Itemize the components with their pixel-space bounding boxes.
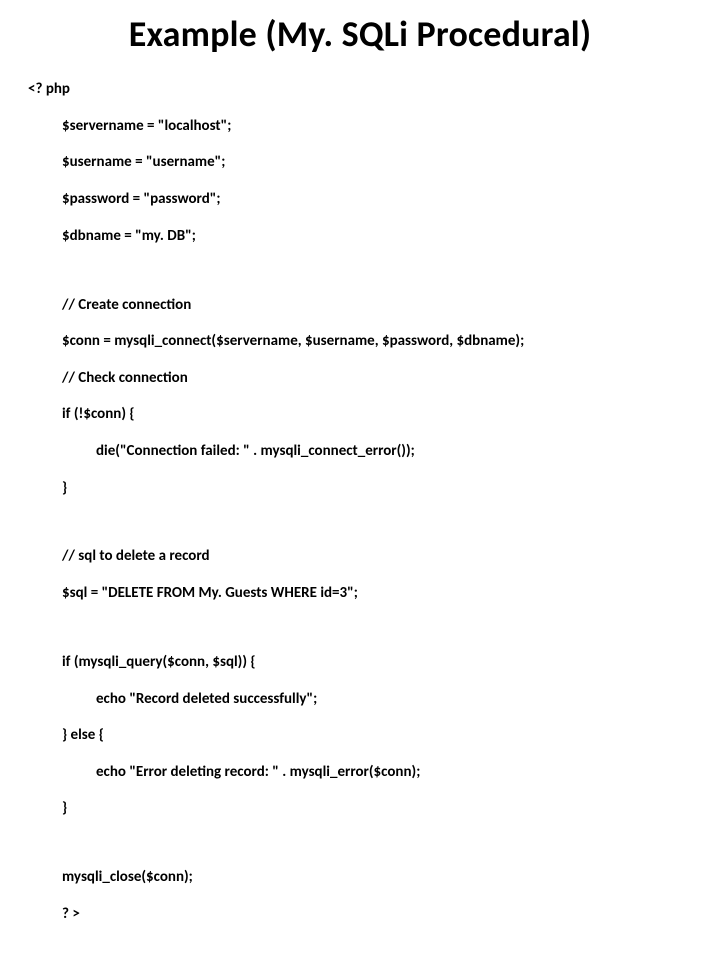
code-line: $password = "password"; <box>28 190 692 208</box>
code-line: if (mysqli_query($conn, $sql)) { <box>28 653 692 671</box>
blank-line <box>28 836 692 850</box>
code-line: } else { <box>28 726 692 744</box>
code-line: echo "Record deleted successfully"; <box>28 690 692 708</box>
code-line: } <box>28 799 692 817</box>
code-line: ? > <box>28 905 692 923</box>
code-line: // Create connection <box>28 296 692 314</box>
blank-line <box>28 515 692 529</box>
code-line: // sql to delete a record <box>28 547 692 565</box>
code-line: <? php <box>28 80 692 98</box>
code-line: // Check connection <box>28 369 692 387</box>
code-line: $dbname = "my. DB"; <box>28 227 692 245</box>
code-line: mysqli_close($conn); <box>28 868 692 886</box>
code-line: $sql = "DELETE FROM My. Guests WHERE id=… <box>28 584 692 602</box>
code-line: $conn = mysqli_connect($servername, $use… <box>28 332 692 350</box>
code-line: if (!$conn) { <box>28 405 692 423</box>
slide-title: Example (My. SQLi Procedural) <box>28 12 692 56</box>
code-line: die("Connection failed: " . mysqli_conne… <box>28 442 692 460</box>
blank-line <box>28 621 692 635</box>
slide: Example (My. SQLi Procedural) <? php $se… <box>0 0 720 540</box>
code-block: <? php $servername = "localhost"; $usern… <box>28 62 692 960</box>
code-line: $username = "username"; <box>28 153 692 171</box>
code-line: $servername = "localhost"; <box>28 117 692 135</box>
blank-line <box>28 263 692 277</box>
code-line: echo "Error deleting record: " . mysqli_… <box>28 763 692 781</box>
code-line: } <box>28 479 692 497</box>
